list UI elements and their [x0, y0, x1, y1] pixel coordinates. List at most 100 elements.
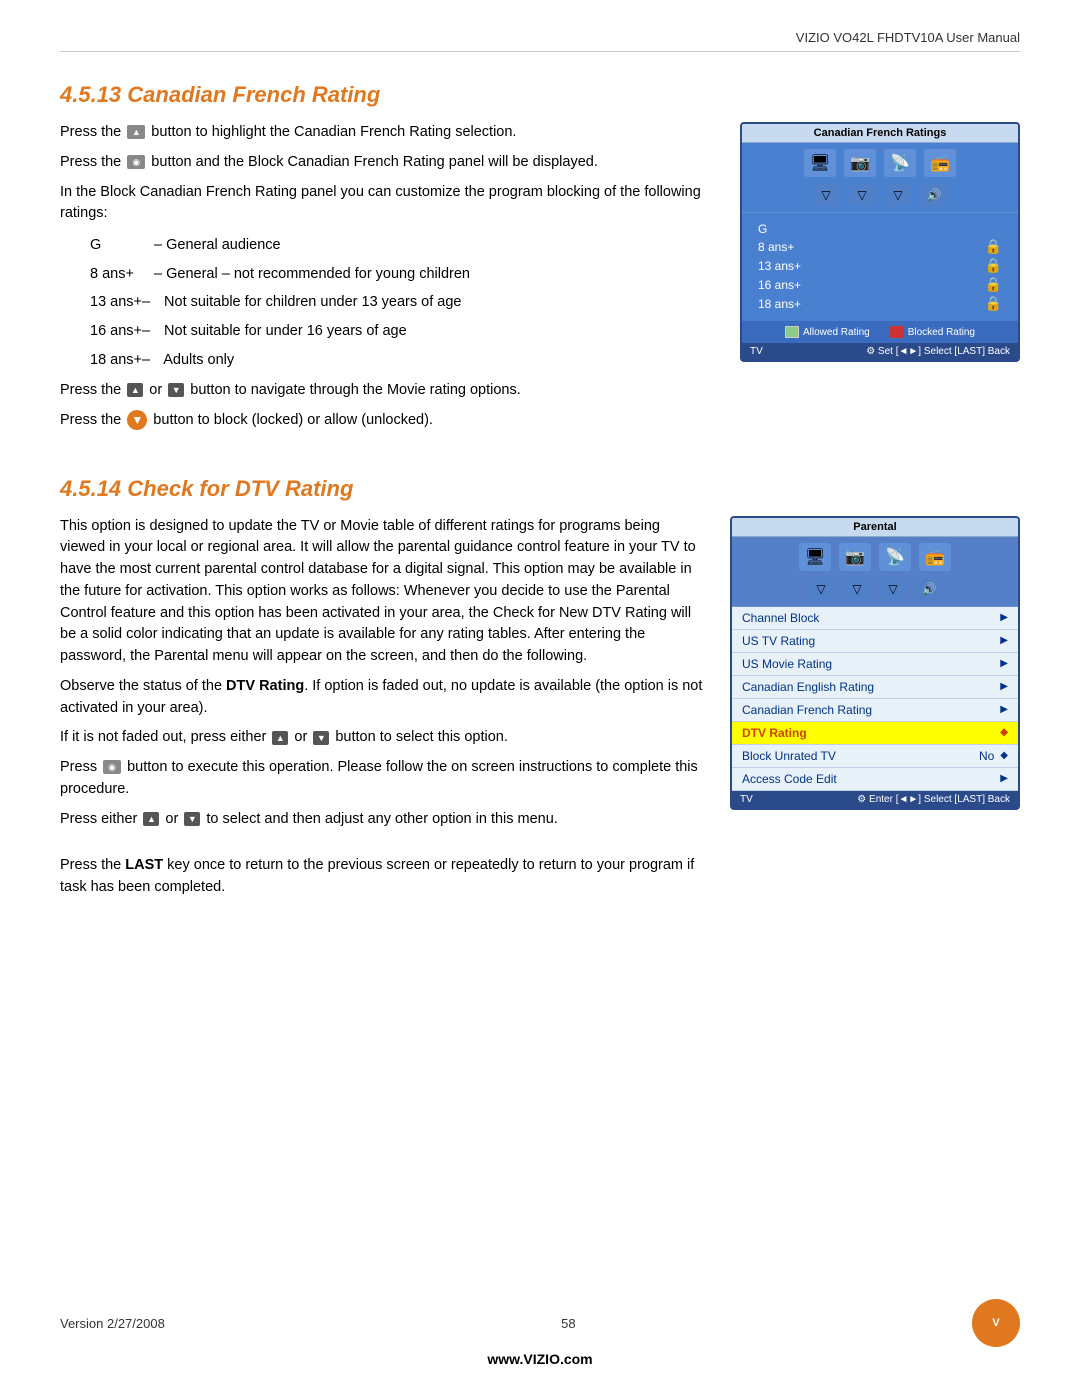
parental-icon-monitor: 🖥: [799, 543, 831, 571]
footer: Version 2/27/2008 58 V www.VIZIO.com: [0, 1299, 1080, 1367]
parental-controls: ⚙ Enter [◄►] Select [LAST] Back: [857, 794, 1010, 805]
menu-label-dtv: DTV Rating: [742, 726, 807, 740]
footer-website: www.VIZIO.com: [487, 1351, 592, 1367]
menu-item-dtv-rating[interactable]: DTV Rating ◆: [732, 722, 1018, 745]
rating-8ans: 8 ans+ – General – not recommended for y…: [90, 262, 716, 287]
menu-item-access-code[interactable]: Access Code Edit ▶: [732, 768, 1018, 791]
parental-icon-small-4: 🔊: [916, 578, 942, 600]
execute-icon: ◉: [103, 760, 121, 774]
menu-item-canadian-english[interactable]: Canadian English Rating ▶: [732, 676, 1018, 699]
menu-item-channel-block[interactable]: Channel Block ▶: [732, 607, 1018, 630]
footer-version: Version 2/27/2008: [60, 1316, 165, 1331]
menu-item-block-unrated[interactable]: Block Unrated TV No ◆: [732, 745, 1018, 768]
section-content-canadian-french: Press the ▲ button to highlight the Cana…: [60, 122, 1020, 440]
arrow-canadian-english: ▶: [1000, 681, 1008, 692]
parental-icons-row-bottom: ▽ ▽ ▽ 🔊: [732, 575, 1018, 607]
para-not-faded: If it is not faded out, press either ▲ o…: [60, 727, 706, 749]
tv-rating-8ans: 8 ans+ 🔒: [758, 237, 1002, 256]
menu-label-us-movie: US Movie Rating: [742, 657, 832, 671]
nav-icon-2: ◉: [127, 155, 145, 169]
para-panel: Press the ◉ button and the Block Canadia…: [60, 152, 716, 174]
tv-icons-row-top: 🖥 📷 📡 📻: [742, 143, 1018, 181]
menu-label-canadian-french: Canadian French Rating: [742, 703, 872, 717]
para-intro: This option is designed to update the TV…: [60, 516, 706, 668]
tv-footer-legend: Allowed Rating Blocked Rating: [742, 321, 1018, 343]
tv-controls: ⚙ Set [◄►] Select [LAST] Back: [866, 346, 1010, 357]
parental-menu-list: Channel Block ▶ US TV Rating ▶ US Movie …: [732, 607, 1018, 791]
tv-label: TV: [750, 346, 763, 357]
parental-footer-bar: TV ⚙ Enter [◄►] Select [LAST] Back: [732, 791, 1018, 808]
either-right-icon: ▼: [184, 812, 200, 826]
parental-icon-small-3: ▽: [880, 578, 906, 600]
parental-icon-small-1: ▽: [808, 578, 834, 600]
tv-icon-small-3: ▽: [885, 184, 911, 206]
menu-label-channel-block: Channel Block: [742, 611, 819, 625]
tv-rating-13ans: 13 ans+ 🔒: [758, 256, 1002, 275]
panel-title-canadian-french: Canadian French Ratings: [742, 124, 1018, 143]
menu-label-us-tv: US TV Rating: [742, 634, 815, 648]
nav-left-icon: ▲: [272, 731, 288, 745]
nav-right-icon: ▼: [313, 731, 329, 745]
tv-rating-16ans: 16 ans+ 🔒: [758, 275, 1002, 294]
text-column-canadian-french: Press the ▲ button to highlight the Cana…: [60, 122, 716, 440]
legend-allowed-label: Allowed Rating: [803, 327, 870, 338]
rating-16ans: 16 ans+– Not suitable for under 16 years…: [90, 319, 716, 344]
arrow-access-code: ▶: [1000, 773, 1008, 784]
tv-icons-row-bottom: ▽ ▽ ▽ 🔊: [742, 181, 1018, 213]
block-unrated-value: No: [979, 749, 994, 763]
para-highlight: Press the ▲ button to highlight the Cana…: [60, 122, 716, 144]
nav-icon-1: ▲: [127, 125, 145, 139]
vizio-logo-text: V: [992, 1317, 999, 1329]
parental-panel-title: Parental: [732, 518, 1018, 537]
rating-13ans: 13 ans+– Not suitable for children under…: [90, 290, 716, 315]
section-title-dtv: 4.5.14 Check for DTV Rating: [60, 476, 1020, 502]
section-title-canadian-french: 4.5.13 Canadian French Rating: [60, 82, 1020, 108]
legend-blocked-label: Blocked Rating: [908, 327, 975, 338]
tv-icon-small-2: ▽: [849, 184, 875, 206]
arrow-us-tv: ▶: [1000, 635, 1008, 646]
para-last-key: Press the LAST key once to return to the…: [60, 855, 706, 899]
tv-icon-small-1: ▽: [813, 184, 839, 206]
parental-icon-small-2: ▽: [844, 578, 870, 600]
text-column-dtv: This option is designed to update the TV…: [60, 516, 706, 907]
arrow-block-unrated: ◆: [1000, 750, 1008, 761]
tv-icon-small-4: 🔊: [921, 184, 947, 206]
lock-8ans: 🔒: [985, 238, 1002, 255]
tv-icon-satellite: 📡: [884, 149, 916, 177]
menu-item-canadian-french[interactable]: Canadian French Rating ▶: [732, 699, 1018, 722]
manual-title: VIZIO VO42L FHDTV10A User Manual: [796, 30, 1020, 45]
footer-page: 58: [561, 1316, 575, 1331]
parental-panel: Parental 🖥 📷 📡 📻 ▽ ▽ ▽ 🔊 Channel Block: [730, 516, 1020, 810]
menu-item-us-tv[interactable]: US TV Rating ▶: [732, 630, 1018, 653]
tv-icon-monitor: 🖥: [804, 149, 836, 177]
menu-label-block-unrated: Block Unrated TV: [742, 749, 836, 763]
para-customize: In the Block Canadian French Rating pane…: [60, 182, 716, 226]
footer-row: Version 2/27/2008 58 V: [0, 1299, 1080, 1347]
parental-tv-label: TV: [740, 794, 753, 805]
tv-rating-g: G: [758, 221, 1002, 237]
menu-label-canadian-english: Canadian English Rating: [742, 680, 874, 694]
tv-footer-bar-1: TV ⚙ Set [◄►] Select [LAST] Back: [742, 343, 1018, 360]
menu-label-access-code: Access Code Edit: [742, 772, 837, 786]
section-canadian-french: 4.5.13 Canadian French Rating Press the …: [60, 82, 1020, 440]
page-container: VIZIO VO42L FHDTV10A User Manual 4.5.13 …: [0, 0, 1080, 1397]
arrow-us-movie: ▶: [1000, 658, 1008, 669]
lock-16ans: 🔒: [985, 276, 1002, 293]
arrow-channel-block: ▶: [1000, 612, 1008, 623]
either-left-icon: ▲: [143, 812, 159, 826]
section-dtv-rating: 4.5.14 Check for DTV Rating This option …: [60, 476, 1020, 907]
para-press-either: Press either ▲ or ▼ to select and then a…: [60, 809, 706, 831]
parental-icon-antenna: 📻: [919, 543, 951, 571]
para-execute: Press ◉ button to execute this operation…: [60, 757, 706, 801]
menu-item-us-movie[interactable]: US Movie Rating ▶: [732, 653, 1018, 676]
website-text: www.VIZIO.com: [487, 1351, 592, 1367]
section-content-dtv: This option is designed to update the TV…: [60, 516, 1020, 907]
tv-ratings-list: G 8 ans+ 🔒 13 ans+ 🔒 16 ans+ 🔒: [742, 213, 1018, 321]
vizio-logo: V: [972, 1299, 1020, 1347]
legend-blocked-box: [890, 326, 904, 338]
tv-icon-camera: 📷: [844, 149, 876, 177]
ratings-list: G – General audience 8 ans+ – General – …: [90, 233, 716, 372]
arrow-canadian-french: ▶: [1000, 704, 1008, 715]
nav-down-icon: ▼: [168, 383, 184, 397]
para-block: Press the ▼ button to block (locked) or …: [60, 410, 716, 432]
